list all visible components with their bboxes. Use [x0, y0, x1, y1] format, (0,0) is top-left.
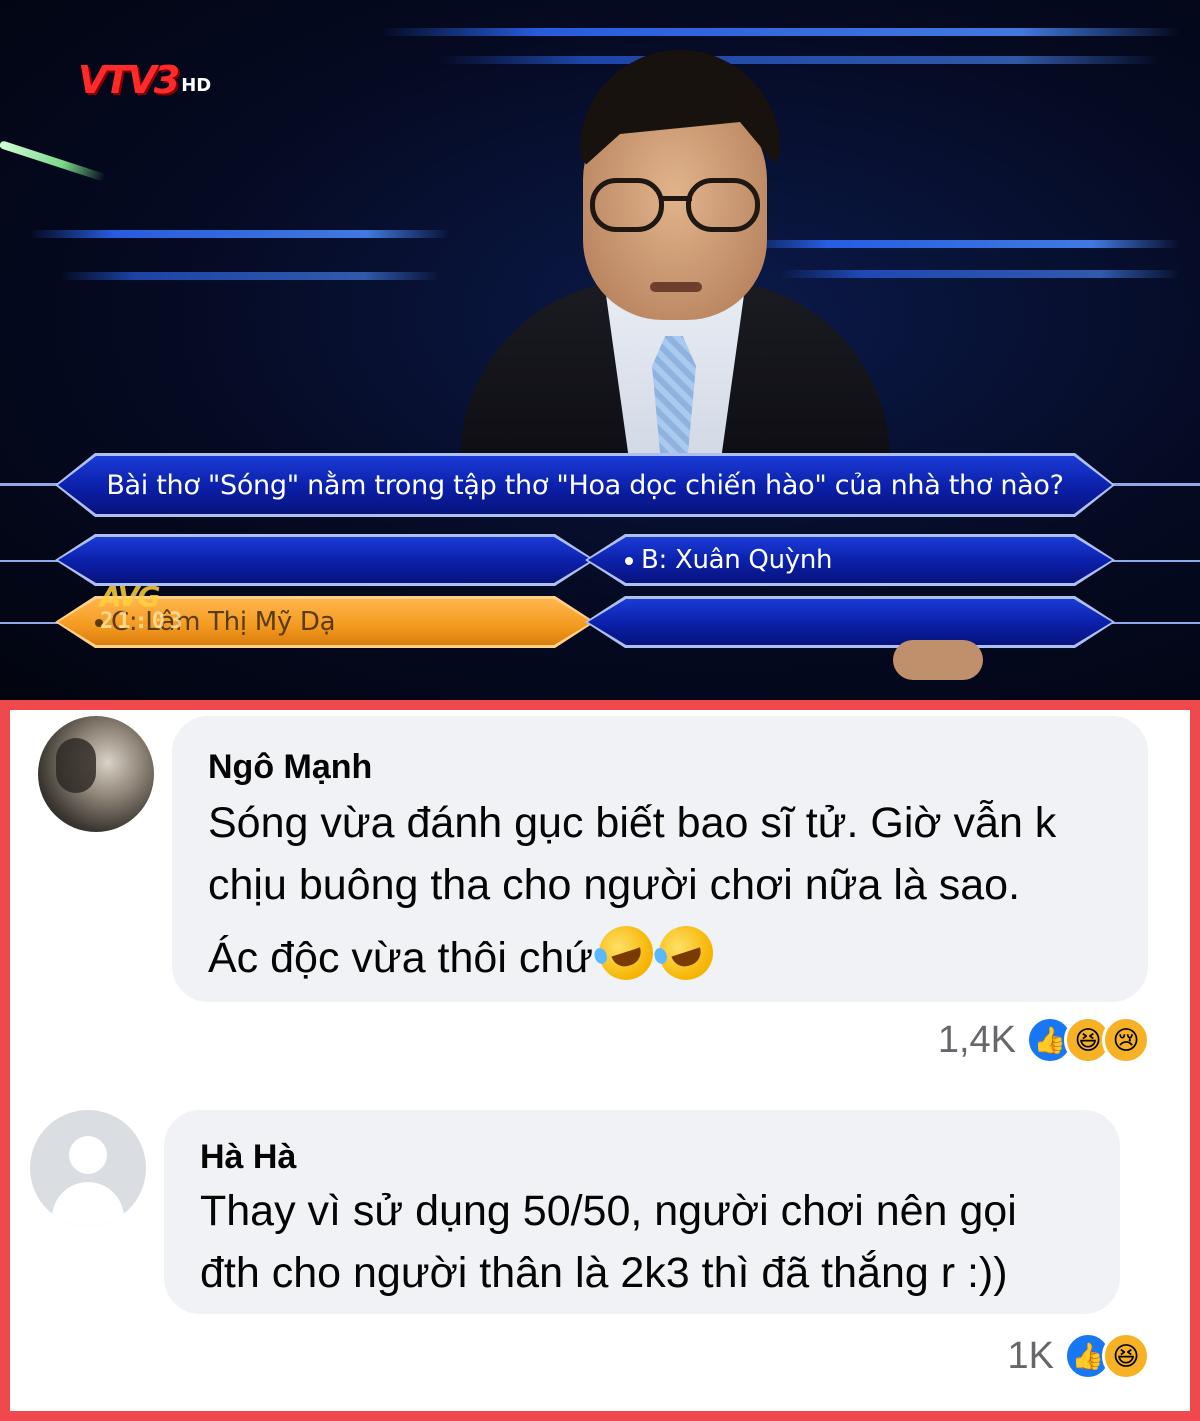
channel-logo-text: VTV3 — [78, 58, 180, 102]
comments-panel: Ngô Mạnh Sóng vừa đánh gục biết bao sĩ t… — [0, 700, 1200, 1421]
bullet-icon — [625, 557, 633, 565]
answer-a-box[interactable] — [55, 534, 595, 586]
comment-line: đth cho người thân là 2k3 thì đã thắng r… — [200, 1249, 1008, 1297]
sad-icon: 😢 — [1102, 1016, 1150, 1064]
question-box: Bài thơ "Sóng" nằm trong tập thơ "Hoa dọ… — [55, 453, 1115, 517]
broadcast-timer: AVG 21:03 — [100, 580, 186, 634]
stage-light — [380, 28, 1180, 36]
channel-logo: VTV3 HD — [78, 58, 211, 102]
comment-author[interactable]: Ngô Mạnh — [208, 748, 372, 787]
stage-light — [30, 230, 450, 238]
comment-text: Sóng vừa đánh gục biết bao sĩ tử. Giờ vẫ… — [208, 792, 1056, 989]
reaction-count: 1K — [1007, 1334, 1054, 1377]
reaction-summary[interactable]: 1,4K 👍 😆 😢 — [938, 1016, 1150, 1064]
comment-line: Ác độc vừa thôi chứ — [208, 934, 594, 982]
reaction-count: 1,4K — [937, 1018, 1016, 1061]
rofl-emoji-icon — [652, 918, 721, 988]
reaction-summary[interactable]: 1K 👍 😆 — [1008, 1332, 1150, 1380]
comment-line: Thay vì sử dụng 50/50, người chơi nên gọ… — [200, 1187, 1017, 1235]
answer-d-box[interactable] — [585, 596, 1115, 648]
comment-bubble: Hà Hà Thay vì sử dụng 50/50, người chơi … — [164, 1110, 1120, 1314]
haha-icon: 😆 — [1102, 1332, 1150, 1380]
comment-author[interactable]: Hà Hà — [200, 1138, 296, 1177]
answer-b-text: B: Xuân Quỳnh — [641, 545, 833, 575]
rofl-emoji-icon — [592, 918, 661, 988]
tv-screenshot: VTV3 HD Bài thơ "Sóng" nằm trong tập thơ… — [0, 0, 1200, 700]
host-hand — [893, 640, 983, 680]
answer-b-box[interactable]: B: Xuân Quỳnh — [585, 534, 1115, 586]
stage-light-green — [0, 140, 106, 182]
clock-readout: 21:03 — [100, 609, 187, 634]
avatar[interactable] — [30, 1110, 146, 1226]
host-figure — [440, 50, 910, 510]
question-text: Bài thơ "Sóng" nằm trong tập thơ "Hoa dọ… — [106, 469, 1064, 501]
avatar[interactable] — [38, 716, 154, 832]
comment-bubble: Ngô Mạnh Sóng vừa đánh gục biết bao sĩ t… — [172, 716, 1148, 1002]
stage-light — [60, 272, 440, 280]
channel-hd-badge: HD — [181, 75, 212, 96]
comment-line: chịu buông tha cho người chơi nữa là sao… — [208, 861, 1021, 909]
comment-text: Thay vì sử dụng 50/50, người chơi nên gọ… — [200, 1180, 1017, 1304]
comment-line: Sóng vừa đánh gục biết bao sĩ tử. Giờ vẫ… — [208, 799, 1057, 847]
